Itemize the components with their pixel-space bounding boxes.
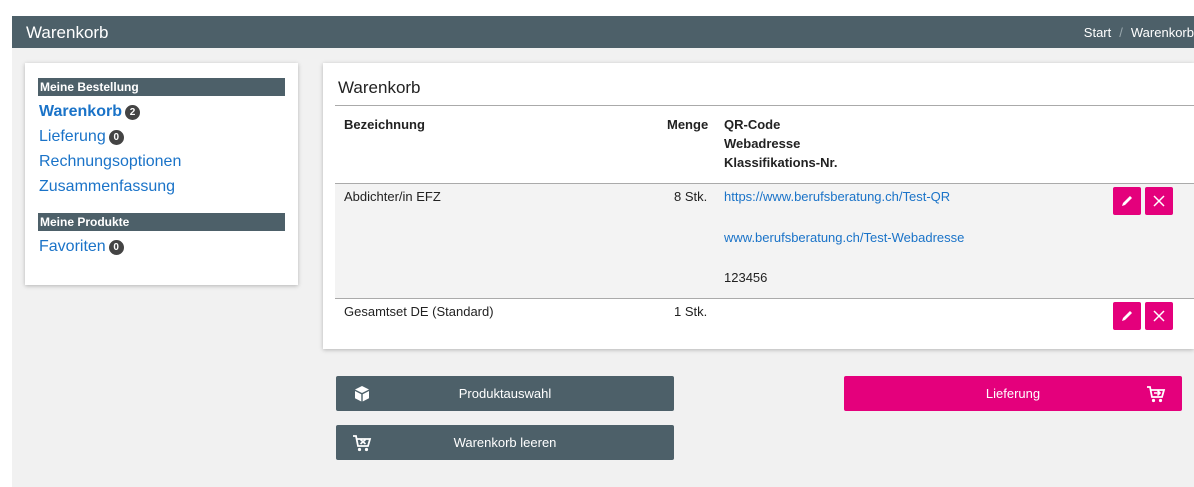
sidebar-item-delivery[interactable]: Lieferung 0: [39, 128, 124, 146]
sidebar-item-label: Warenkorb: [39, 103, 122, 120]
item-qty: 8 Stk.: [674, 189, 708, 204]
favorites-count-badge: 0: [108, 239, 124, 255]
page: Warenkorb Start / Warenkorb Meine Bestel…: [12, 16, 1194, 487]
divider: [335, 105, 1194, 106]
sidebar: Meine Bestellung Warenkorb 2 Lieferung 0…: [25, 63, 298, 285]
item-name: Gesamtset DE (Standard): [344, 304, 494, 319]
page-title: Warenkorb: [26, 23, 109, 42]
item-name: Abdichter/in EFZ: [344, 189, 441, 204]
qr-link[interactable]: https://www.berufsberatung.ch/Test-QR: [724, 189, 950, 204]
item-qty: 1 Stk.: [674, 304, 708, 319]
sidebar-item-label: Lieferung: [39, 128, 106, 145]
edit-button[interactable]: [1113, 302, 1141, 330]
cart-count-badge: 2: [124, 104, 140, 120]
breadcrumb: Start / Warenkorb: [1084, 25, 1194, 40]
sidebar-item-cart[interactable]: Warenkorb 2: [39, 103, 140, 121]
column-header-qty: Menge: [667, 117, 709, 132]
sidebar-item-label: Favoriten: [39, 238, 106, 255]
cart-clear-icon: [353, 435, 372, 452]
button-label: Lieferung: [985, 386, 1041, 401]
close-icon: [1153, 195, 1165, 207]
button-label: Produktauswahl: [458, 386, 552, 401]
classification-number: 123456: [724, 270, 768, 285]
edit-button[interactable]: [1113, 187, 1141, 215]
close-icon: [1153, 310, 1165, 322]
cart-panel: Warenkorb Bezeichnung Menge QR-Code Weba…: [323, 63, 1194, 349]
cart-forward-icon: [1147, 386, 1166, 403]
delivery-button[interactable]: Lieferung: [844, 376, 1182, 411]
remove-button[interactable]: [1145, 302, 1173, 330]
button-label: Warenkorb leeren: [453, 435, 557, 450]
sidebar-heading-order: Meine Bestellung: [38, 78, 285, 96]
remove-button[interactable]: [1145, 187, 1173, 215]
clear-cart-button[interactable]: Warenkorb leeren: [336, 425, 674, 460]
sidebar-item-billing[interactable]: Rechnungsoptionen: [39, 153, 181, 171]
column-header-name: Bezeichnung: [344, 117, 425, 132]
cart-title: Warenkorb: [338, 78, 421, 97]
sidebar-item-summary[interactable]: Zusammenfassung: [39, 178, 175, 196]
web-link[interactable]: www.berufsberatung.ch/Test-Webadresse: [724, 230, 964, 245]
top-bar: Warenkorb Start / Warenkorb: [12, 16, 1194, 48]
column-header-qr: QR-Code: [724, 117, 781, 132]
product-selection-button[interactable]: Produktauswahl: [336, 376, 674, 411]
breadcrumb-home[interactable]: Start: [1084, 25, 1111, 40]
sidebar-item-favorites[interactable]: Favoriten 0: [39, 238, 124, 256]
pencil-icon: [1122, 196, 1132, 206]
sidebar-heading-products: Meine Produkte: [38, 213, 285, 231]
column-header-web: Webadresse: [724, 136, 801, 151]
pencil-icon: [1122, 311, 1132, 321]
table-row: Gesamtset DE (Standard) 1 Stk.: [335, 299, 1194, 349]
sidebar-item-label: Rechnungsoptionen: [39, 153, 182, 170]
breadcrumb-current: Warenkorb: [1130, 25, 1194, 40]
breadcrumb-separator: /: [1119, 25, 1123, 40]
column-header-class: Klassifikations-Nr.: [724, 155, 838, 170]
delivery-count-badge: 0: [108, 129, 124, 145]
sidebar-item-label: Zusammenfassung: [39, 178, 176, 195]
box-icon: [355, 386, 369, 402]
table-row: Abdichter/in EFZ 8 Stk. https://www.beru…: [335, 184, 1194, 298]
